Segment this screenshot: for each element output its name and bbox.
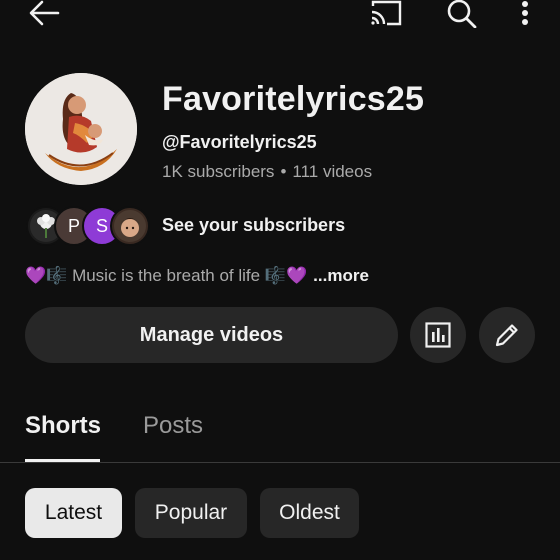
tab-shorts[interactable]: Shorts — [25, 412, 101, 440]
back-arrow-icon[interactable] — [24, 0, 64, 26]
tab-posts[interactable]: Posts — [143, 412, 203, 440]
channel-avatar[interactable] — [25, 73, 137, 185]
tabs-divider — [0, 462, 560, 463]
description-text: Music is the breath of life — [67, 266, 265, 285]
search-icon[interactable] — [442, 0, 482, 28]
subscriber-avatar-s-letter: S — [95, 215, 108, 236]
channel-handle: @Favoritelyrics25 — [162, 132, 317, 152]
subscriber-avatar-photo — [110, 206, 150, 246]
chip-oldest[interactable]: Oldest — [260, 488, 359, 538]
description-lead-emoji: 💜🎼 — [25, 266, 68, 285]
channel-description[interactable]: 💜🎼 Music is the breath of life 🎼💜 ...more — [25, 266, 369, 286]
analytics-icon — [425, 322, 451, 348]
chip-latest[interactable]: Latest — [25, 488, 122, 538]
chip-popular[interactable]: Popular — [135, 488, 247, 538]
more-vertical-icon[interactable] — [512, 0, 538, 26]
cast-icon[interactable] — [366, 0, 406, 26]
manage-videos-button[interactable]: Manage videos — [25, 307, 398, 363]
see-subscribers-link[interactable]: See your subscribers — [162, 215, 345, 236]
description-more-link[interactable]: ...more — [313, 266, 369, 286]
subscriber-avatars[interactable]: P S — [26, 206, 150, 246]
stats-separator: • — [280, 162, 287, 181]
description-trail-emoji: 🎼💜 — [264, 266, 308, 285]
video-count: 111 videos — [292, 162, 373, 181]
pencil-icon — [493, 321, 521, 349]
subscriber-count: 1K subscribers — [162, 162, 275, 181]
subscriber-avatar-p-letter: P — [67, 215, 80, 236]
channel-stats: 1K subscribers • 111 videos — [162, 162, 372, 182]
channel-name: Favoritelyrics25 — [162, 80, 425, 118]
edit-channel-button[interactable] — [479, 307, 535, 363]
analytics-button[interactable] — [410, 307, 466, 363]
